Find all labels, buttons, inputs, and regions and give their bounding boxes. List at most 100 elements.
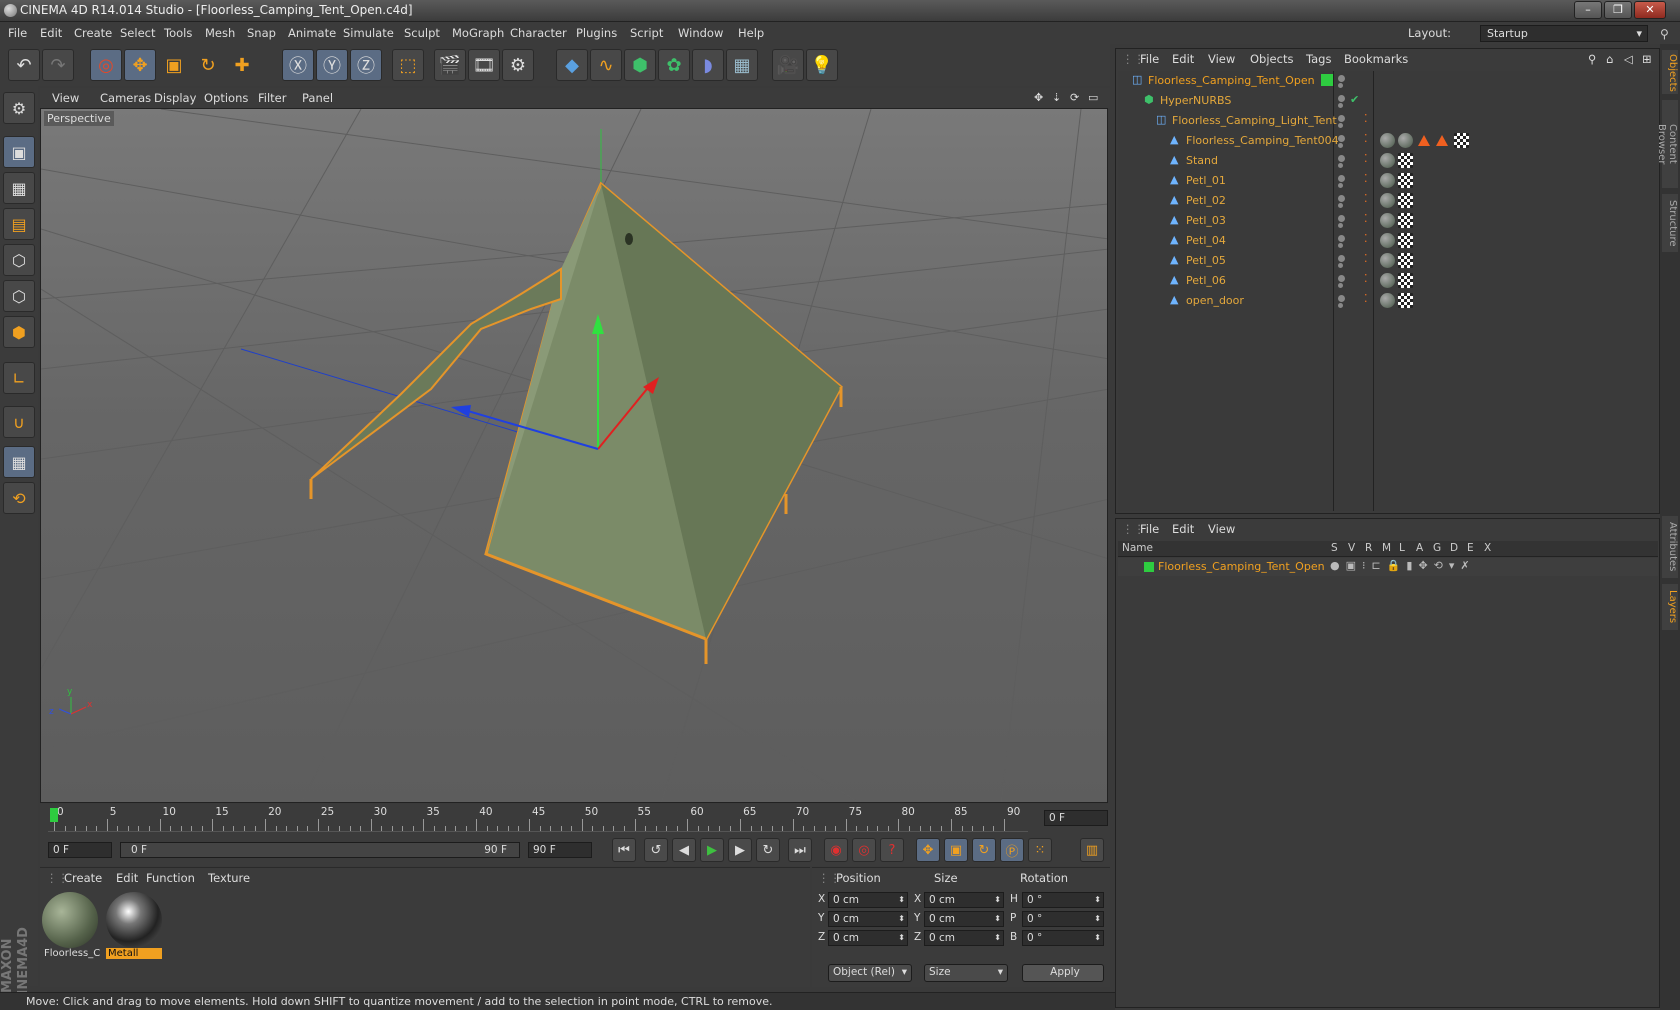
add-deformer-button[interactable]: ◗ — [692, 49, 724, 81]
menu-mesh[interactable]: Mesh — [205, 26, 235, 40]
layer-color-swatch[interactable] — [1321, 74, 1333, 86]
make-editable-button[interactable]: ⚙ — [3, 92, 35, 124]
start-frame-field[interactable]: 0 F — [48, 842, 112, 858]
tab-layers[interactable]: Layers — [1662, 584, 1678, 630]
viewport-menu-cameras[interactable]: Cameras — [100, 91, 151, 105]
material-tag-icon[interactable] — [1380, 293, 1395, 308]
editor-visibility-dot[interactable] — [1338, 255, 1345, 262]
world-coordinates-button[interactable]: ⬚ — [392, 49, 424, 81]
redo-button[interactable]: ↷ — [42, 49, 74, 81]
material-tag-icon[interactable] — [1380, 153, 1395, 168]
obj-menu-file[interactable]: File — [1140, 52, 1159, 66]
object-tree[interactable]: ◫ Floorless_Camping_Tent_Open ⬢ HyperNURBS ✔… — [1118, 71, 1658, 511]
layer-column-header[interactable]: Name — [1122, 542, 1153, 554]
object-name[interactable]: open_door — [1186, 294, 1244, 307]
material-tag-icon[interactable] — [1380, 133, 1395, 148]
object-name[interactable]: Petl_05 — [1186, 254, 1226, 267]
add-cube-button[interactable]: ◆ — [556, 49, 588, 81]
add-nurbs-button[interactable]: ⬢ — [624, 49, 656, 81]
render-visibility-dot[interactable] — [1338, 203, 1343, 208]
object-name[interactable]: HyperNURBS — [1160, 94, 1231, 107]
viewport-zoom-icon[interactable]: ⇣ — [1052, 91, 1061, 104]
scale-tool-button[interactable]: ▣ — [158, 49, 190, 81]
editor-visibility-dot[interactable] — [1338, 215, 1345, 222]
uvw-tag-icon[interactable] — [1398, 273, 1413, 288]
minimize-button[interactable]: – — [1574, 1, 1602, 19]
render-visibility-dot[interactable] — [1338, 183, 1343, 188]
soft-selection-button[interactable]: ⟲ — [3, 482, 35, 514]
stepper-icon[interactable]: ⬍ — [1094, 893, 1101, 907]
menu-tools[interactable]: Tools — [164, 26, 192, 40]
position-field[interactable]: 0 cm ⬍ — [828, 892, 908, 908]
frame-range-slider[interactable]: 0 F 90 F — [120, 842, 520, 858]
object-name[interactable]: Floorless_Camping_Tent004 — [1186, 134, 1339, 147]
object-row[interactable]: ▲ Petl_04 ⁚ — [1118, 231, 1658, 251]
z-axis-lock-button[interactable]: Ⓩ — [350, 49, 382, 81]
phong-tag-icon[interactable]: ⁚ — [1364, 152, 1368, 165]
step-back-button[interactable]: ◀ — [672, 838, 696, 862]
keyframe-selection-button[interactable]: ? — [880, 838, 904, 862]
phong-tag-icon[interactable]: ⁚ — [1364, 172, 1368, 185]
render-visibility-dot[interactable] — [1338, 243, 1343, 248]
add-spline-button[interactable]: ∿ — [590, 49, 622, 81]
menu-mograph[interactable]: MoGraph — [452, 26, 504, 40]
goto-prev-key-button[interactable]: ↺ — [644, 838, 668, 862]
timeline-playhead[interactable] — [50, 808, 58, 822]
layer-row[interactable]: Floorless_Camping_Tent_Open ●▣⁝⊏🔒▮✥⟲▾✗ — [1118, 558, 1658, 576]
material-tag-icon[interactable] — [1380, 233, 1395, 248]
tab-structure[interactable]: Structure — [1662, 194, 1678, 252]
viewport-pan-icon[interactable]: ✥ — [1034, 91, 1043, 104]
x-axis-lock-button[interactable]: Ⓧ — [282, 49, 314, 81]
obj-menu-tags[interactable]: Tags — [1306, 52, 1331, 66]
object-row[interactable]: ▲ Petl_06 ⁚ — [1118, 271, 1658, 291]
menu-script[interactable]: Script — [630, 26, 663, 40]
obj-menu-bookmarks[interactable]: Bookmarks — [1344, 52, 1408, 66]
size-field[interactable]: 0 cm ⬍ — [924, 930, 1004, 946]
add-tool-button[interactable]: ✚ — [226, 49, 258, 81]
uvw-tag-icon[interactable] — [1398, 193, 1413, 208]
polygons-mode-button[interactable]: ⬢ — [3, 316, 35, 348]
render-visibility-dot[interactable] — [1338, 263, 1343, 268]
apply-button[interactable]: Apply — [1022, 964, 1104, 982]
y-axis-lock-button[interactable]: Ⓨ — [316, 49, 348, 81]
selection-tag-icon[interactable] — [1418, 135, 1430, 146]
uvw-tag-icon[interactable] — [1398, 153, 1413, 168]
texture-mode-button[interactable]: ▦ — [3, 172, 35, 204]
object-name[interactable]: Floorless_Camping_Tent_Open — [1148, 74, 1315, 87]
menu-create[interactable]: Create — [74, 26, 112, 40]
3d-viewport[interactable]: y x z Perspective — [40, 108, 1108, 803]
editor-visibility-dot[interactable] — [1338, 195, 1345, 202]
obj-menu-edit[interactable]: Edit — [1172, 52, 1194, 66]
tab-attributes[interactable]: Attributes — [1662, 516, 1678, 578]
menu-sculpt[interactable]: Sculpt — [404, 26, 440, 40]
back-icon[interactable]: ◁ — [1624, 52, 1633, 66]
layer-column-header[interactable]: L — [1399, 542, 1405, 554]
material-tag-icon[interactable] — [1398, 133, 1413, 148]
render-visibility-dot[interactable] — [1338, 283, 1343, 288]
layer-menu-edit[interactable]: Edit — [1172, 522, 1194, 536]
key-position-button[interactable]: ✥ — [916, 838, 940, 862]
position-field[interactable]: 0 cm ⬍ — [828, 911, 908, 927]
model-mode-button[interactable]: ▣ — [3, 136, 35, 168]
undo-button[interactable]: ↶ — [8, 49, 40, 81]
material-tag-icon[interactable] — [1380, 173, 1395, 188]
goto-end-button[interactable]: ⏭ — [788, 838, 812, 862]
maximize-button[interactable]: ❐ — [1604, 1, 1632, 19]
menu-character[interactable]: Character — [510, 26, 567, 40]
rotation-field[interactable]: 0 ° ⬍ — [1022, 911, 1104, 927]
phong-tag-icon[interactable]: ⁚ — [1364, 252, 1368, 265]
menu-animate[interactable]: Animate — [288, 26, 336, 40]
rotate-tool-button[interactable]: ↻ — [192, 49, 224, 81]
uvw-tag-icon[interactable] — [1398, 213, 1413, 228]
viewport-menu-filter[interactable]: Filter — [258, 91, 286, 105]
menu-plugins[interactable]: Plugins — [576, 26, 617, 40]
render-visibility-dot[interactable] — [1338, 123, 1343, 128]
stepper-icon[interactable]: ⬍ — [898, 931, 905, 945]
material-swatch[interactable]: Metall — [106, 892, 162, 964]
obj-menu-view[interactable]: View — [1208, 52, 1235, 66]
menu-edit[interactable]: Edit — [40, 26, 62, 40]
editor-visibility-dot[interactable] — [1338, 155, 1345, 162]
add-light-button[interactable]: 💡 — [806, 49, 838, 81]
material-tag-icon[interactable] — [1380, 273, 1395, 288]
object-row[interactable]: ⬢ HyperNURBS ✔ — [1118, 91, 1658, 111]
